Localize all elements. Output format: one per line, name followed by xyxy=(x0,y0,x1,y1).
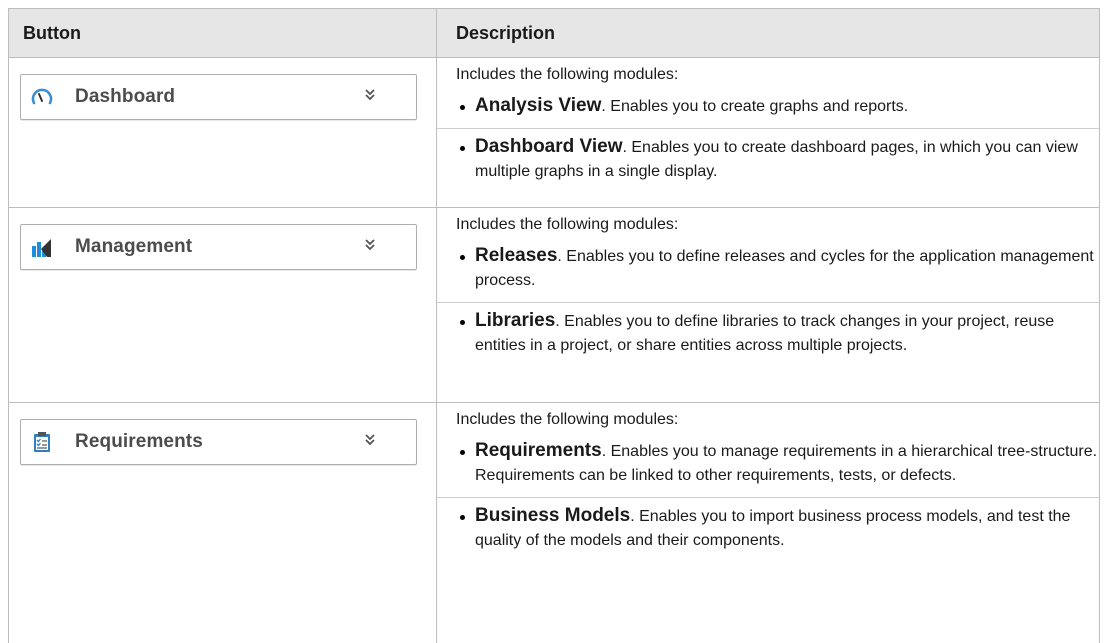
intro-text: Includes the following modules: xyxy=(456,411,679,428)
button-cell: Dashboard xyxy=(9,58,437,207)
management-button-label: Management xyxy=(75,236,193,257)
button-cell: Management xyxy=(9,208,437,402)
table-row: Dashboard Includes the following modules… xyxy=(8,58,1100,208)
dashboard-button[interactable]: Dashboard xyxy=(20,74,417,120)
list-item: Libraries. Enables you to define librari… xyxy=(456,309,1099,358)
intro-text: Includes the following modules: xyxy=(456,66,679,83)
double-chevron-down-icon xyxy=(364,88,378,107)
list-item: Requirements. Enables you to manage requ… xyxy=(456,439,1099,488)
requirements-button-label: Requirements xyxy=(75,431,203,452)
table-row: Management Includes the following module… xyxy=(8,208,1100,403)
module-desc: . Enables you to create graphs and repor… xyxy=(601,98,909,115)
gauge-icon xyxy=(31,86,53,108)
list-item: Analysis View. Enables you to create gra… xyxy=(456,94,1099,119)
divider xyxy=(437,128,1099,129)
dashboard-button-label: Dashboard xyxy=(75,86,176,107)
list-item: Business Models. Enables you to import b… xyxy=(456,504,1099,553)
module-list: Releases. Enables you to define releases… xyxy=(437,244,1099,358)
table-header: Button Description xyxy=(8,8,1100,58)
intro-text: Includes the following modules: xyxy=(456,216,679,233)
module-desc: . Enables you to define libraries to tra… xyxy=(475,313,1055,354)
description-cell: Includes the following modules: Analysis… xyxy=(437,58,1099,207)
module-list: Requirements. Enables you to manage requ… xyxy=(437,439,1099,553)
description-cell: Includes the following modules: Requirem… xyxy=(437,403,1099,643)
module-name: Libraries xyxy=(475,310,556,331)
divider xyxy=(437,302,1099,303)
module-name: Analysis View xyxy=(475,95,602,116)
double-chevron-down-icon xyxy=(364,238,378,257)
module-list: Analysis View. Enables you to create gra… xyxy=(437,94,1099,184)
header-button: Button xyxy=(9,9,437,57)
module-name: Business Models xyxy=(475,505,631,526)
table-row: Requirements Includes the following modu… xyxy=(8,403,1100,643)
bar-chart-icon xyxy=(31,236,53,258)
module-name: Releases xyxy=(475,245,558,266)
clipboard-checklist-icon xyxy=(31,431,53,453)
modules-table: Button Description Dashboard Includes th… xyxy=(8,8,1100,643)
module-name: Dashboard View xyxy=(475,136,623,157)
requirements-button[interactable]: Requirements xyxy=(20,419,417,465)
module-name: Requirements xyxy=(475,440,602,461)
description-cell: Includes the following modules: Releases… xyxy=(437,208,1099,402)
double-chevron-down-icon xyxy=(364,433,378,452)
divider xyxy=(437,497,1099,498)
button-cell: Requirements xyxy=(9,403,437,643)
list-item: Releases. Enables you to define releases… xyxy=(456,244,1099,293)
list-item: Dashboard View. Enables you to create da… xyxy=(456,135,1099,184)
management-button[interactable]: Management xyxy=(20,224,417,270)
module-desc: . Enables you to define releases and cyc… xyxy=(475,248,1094,289)
header-description: Description xyxy=(456,23,556,43)
